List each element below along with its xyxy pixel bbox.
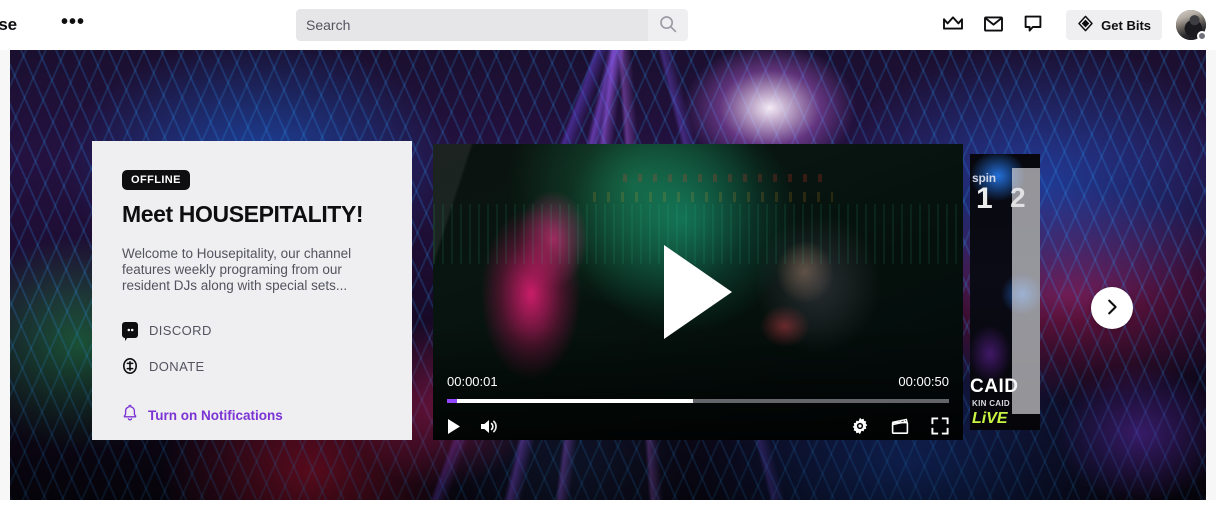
prime-loot-button[interactable] [936,8,970,42]
social-link-donate[interactable]: DONATE [122,358,382,374]
get-bits-label: Get Bits [1101,18,1151,33]
social-link-discord[interactable]: DISCORD [122,322,382,338]
carousel-peek-live-tag: LiVE [972,410,1008,428]
search-input[interactable] [296,9,648,41]
page-title: Meet HOUSEPITALITY! [122,201,382,227]
clip-button[interactable] [891,417,909,438]
big-play-overlay-button[interactable] [664,245,732,339]
page-bottom-strip [0,500,1216,523]
turn-on-notifications-label: Turn on Notifications [148,408,283,423]
nav-more-menu-button[interactable]: ••• [53,9,93,41]
discord-icon [122,322,138,338]
inbox-icon [983,14,1004,37]
turn-on-notifications-button[interactable]: Turn on Notifications [122,404,382,426]
carousel-next-button[interactable] [1091,287,1133,329]
fullscreen-icon [931,417,949,438]
video-player[interactable]: 00:00:01 00:00:50 [433,144,963,440]
player-button-row [447,417,949,438]
current-time-label: 00:00:01 [447,374,498,389]
bell-icon [122,404,138,426]
nav-right-group: Get Bits [933,0,1208,50]
seek-played-fill [447,399,457,403]
settings-button[interactable] [851,417,869,438]
status-badge: OFFLINE [122,170,190,190]
get-bits-button[interactable]: Get Bits [1066,10,1162,40]
top-navigation-bar: rse ••• [0,0,1216,50]
chevron-right-icon [1103,298,1121,319]
avatar[interactable] [1176,10,1206,40]
clip-icon [891,417,909,438]
chat-bubble-icon [1023,14,1043,37]
carousel-peek-subtitle: KIN CAID [972,399,1010,408]
social-link-label: DONATE [149,359,205,374]
nav-item-browse[interactable]: rse [0,11,23,39]
notifications-button[interactable] [1016,8,1050,42]
volume-icon [479,418,499,438]
seek-bar[interactable] [447,399,949,403]
fullscreen-button[interactable] [931,417,949,438]
gear-icon [851,417,869,438]
channel-hero-banner: spin 1 CAID KIN CAID LiVE 2 OFFLINE Meet… [10,44,1206,500]
social-link-label: DISCORD [149,323,212,338]
carousel-peek-overlay-number: 2 [1010,182,1026,214]
page-left-margin [0,44,10,500]
bits-diamond-icon [1077,15,1094,35]
page-right-margin [1206,44,1216,500]
play-icon [447,418,461,438]
nav-left-group: rse ••• [0,0,93,50]
seek-buffered-fill [447,399,693,403]
play-button[interactable] [447,418,461,438]
search-icon [659,15,677,36]
carousel-peek-number: 1 [976,182,993,216]
volume-button[interactable] [479,418,499,438]
player-time-row: 00:00:01 00:00:50 [447,360,949,389]
player-controls: 00:00:01 00:00:50 [433,360,963,440]
search-button[interactable] [648,9,688,41]
avatar-status-dot [1197,31,1207,41]
search-bar [296,9,688,41]
duration-label: 00:00:50 [898,374,949,389]
player-controls-right [851,417,949,438]
player-controls-left [447,418,499,438]
whispers-button[interactable] [976,8,1010,42]
donate-link-icon [122,358,138,374]
nav-search-group [296,9,688,41]
channel-info-card: OFFLINE Meet HOUSEPITALITY! Welcome to H… [92,141,412,440]
crown-icon [942,14,964,37]
channel-description: Welcome to Housepitality, our channel fe… [122,246,382,294]
